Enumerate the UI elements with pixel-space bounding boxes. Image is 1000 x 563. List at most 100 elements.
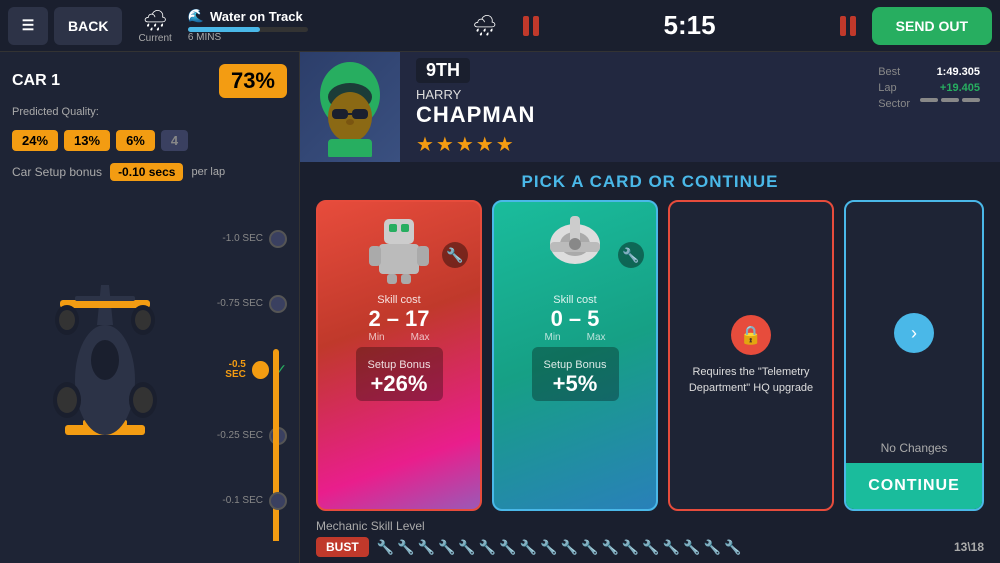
wrench-icon-4: 🔧 — [438, 539, 455, 556]
predicted-label: Predicted Quality: — [12, 106, 287, 118]
setup-bonus-label: Car Setup bonus — [12, 165, 102, 179]
continue-button[interactable]: CONTINUE — [846, 463, 982, 509]
pause-section-right — [830, 16, 866, 36]
card-1[interactable]: 🔧 Skill cost 2 – 17 Min Max Setup Bonus … — [316, 200, 482, 511]
card-1-setup-section: Setup Bonus +26% — [356, 347, 443, 401]
pause-bar-left — [523, 16, 529, 36]
stat-badge-3: 6% — [116, 130, 155, 151]
pause-bar-left2 — [840, 16, 846, 36]
back-label: BACK — [68, 18, 108, 34]
card-1-robot-icon — [359, 214, 439, 284]
slider-label-5: -0.1 SEC — [222, 496, 263, 506]
track-name: 🌊 Water on Track — [188, 8, 303, 24]
send-out-button[interactable]: SEND OUT — [872, 7, 992, 45]
back-button[interactable]: BACK — [54, 7, 122, 45]
stat-row-sector: Sector — [878, 98, 980, 110]
card-2-skill-value: 0 – 5 — [551, 306, 600, 332]
wrench-icon-9: 🔧 — [540, 539, 557, 556]
stat-badge-2: 13% — [64, 130, 110, 151]
sector-dash-2 — [941, 98, 959, 102]
setup-bonus-row: Car Setup bonus -0.10 secs per lap — [12, 163, 287, 181]
slider-dot-3-active[interactable] — [252, 361, 269, 379]
car-image — [25, 270, 185, 470]
wrench-icon-13: 🔧 — [622, 539, 639, 556]
hamburger-icon: ☰ — [22, 17, 35, 34]
card-1-min-max: Min Max — [368, 332, 429, 343]
wrench-icon-10: 🔧 — [561, 539, 578, 556]
quality-badge: 73% — [219, 64, 287, 98]
card-1-wrench-icon: 🔧 — [442, 242, 468, 268]
slider-label-3: -0.5 SEC — [207, 360, 246, 380]
card-2-setup-section: Setup Bonus +5% — [532, 347, 619, 401]
slider-label-4: -0.25 SEC — [217, 431, 263, 441]
main-layout: CAR 1 73% Predicted Quality: 24% 13% 6% … — [0, 52, 1000, 563]
next-weather-section: 🌧 — [462, 13, 507, 38]
wrench-icon-16: 🔧 — [683, 539, 700, 556]
menu-button[interactable]: ☰ — [8, 7, 48, 45]
stat-badge-4: 4 — [161, 130, 188, 151]
card-2-min-label: Min — [544, 332, 560, 343]
no-changes-label: No Changes — [873, 433, 956, 463]
mechanic-label: Mechanic Skill Level — [316, 519, 984, 533]
mechanic-section: Mechanic Skill Level BUST 🔧🔧🔧🔧🔧🔧🔧🔧🔧🔧🔧🔧🔧🔧… — [300, 511, 1000, 563]
pause-bar-right — [533, 16, 539, 36]
slider-dot-5[interactable] — [269, 492, 287, 510]
car-header: CAR 1 73% — [12, 64, 287, 98]
slider-dot-1[interactable] — [269, 230, 287, 248]
or-text: OR — [648, 172, 681, 191]
stat-row-best: Best 1:49.305 — [878, 66, 980, 78]
card-1-dash: – — [387, 306, 399, 332]
slider-dot-2[interactable] — [269, 295, 287, 313]
driver-portrait — [300, 52, 400, 162]
wrench-icon-2: 🔧 — [397, 539, 414, 556]
card-1-skill-value: 2 – 17 — [369, 306, 430, 332]
next-rain-icon: 🌧 — [472, 13, 497, 38]
best-label: Best — [878, 66, 900, 78]
card-2[interactable]: 🔧 Skill cost 0 – 5 Min Max Setup Bonus +… — [492, 200, 658, 511]
sector-dashes — [920, 98, 980, 110]
slider-yellow-fill — [273, 349, 279, 541]
slider-row-5: -0.1 SEC — [207, 492, 287, 510]
card-2-wrench-icon: 🔧 — [618, 242, 644, 268]
card-2-min: 0 — [551, 306, 563, 332]
stat-badge-1: 24% — [12, 130, 58, 151]
top-bar: ☰ BACK 🌧 Current 🌊 Water on Track 6 MINS… — [0, 0, 1000, 52]
track-progress-bar — [188, 27, 308, 32]
lock-icon: 🔒 — [731, 315, 771, 355]
car-image-container — [12, 189, 197, 551]
card-3-text: Requires the "Telemetry Department" HQ u… — [682, 365, 820, 396]
car-setup-area: -1.0 SEC -0.75 SEC -0.5 SEC ✓ -0.25 SEC — [12, 189, 287, 551]
slider-area[interactable]: -1.0 SEC -0.75 SEC -0.5 SEC ✓ -0.25 SEC — [207, 189, 287, 551]
slider-label-1: -1.0 SEC — [222, 234, 263, 244]
wrench-icon-11: 🔧 — [581, 539, 598, 556]
track-mins: 6 MINS — [188, 32, 221, 43]
continue-arrow-icon[interactable]: › — [894, 313, 934, 353]
bust-badge: BUST — [316, 537, 369, 557]
continue-word: CONTINUE — [682, 172, 779, 191]
wrench-icon-8: 🔧 — [520, 539, 537, 556]
card-1-max-label: Max — [411, 332, 430, 343]
lap-value: +19.405 — [940, 82, 980, 94]
card-3-locked[interactable]: 🔒 Requires the "Telemetry Department" HQ… — [668, 200, 834, 511]
card-2-dash: – — [569, 306, 581, 332]
card-1-min-label: Min — [368, 332, 384, 343]
race-timer: 5:15 — [555, 10, 823, 41]
wrench-icon-7: 🔧 — [499, 539, 516, 556]
driver-firstname: HARRY — [416, 87, 535, 102]
current-weather-section: 🌧 Current — [128, 8, 181, 44]
driver-stars: ★★★★★ — [416, 132, 535, 157]
card-1-max: 17 — [405, 306, 429, 332]
driver-face-svg — [310, 57, 390, 157]
wrench-icons: 🔧🔧🔧🔧🔧🔧🔧🔧🔧🔧🔧🔧🔧🔧🔧🔧🔧🔧 — [377, 539, 946, 556]
cards-row: 🔧 Skill cost 2 – 17 Min Max Setup Bonus … — [300, 200, 1000, 511]
mechanic-bar-row: BUST 🔧🔧🔧🔧🔧🔧🔧🔧🔧🔧🔧🔧🔧🔧🔧🔧🔧🔧 13\18 — [316, 537, 984, 557]
driver-stats: Best 1:49.305 Lap +19.405 Sector — [878, 66, 980, 110]
pause-section — [513, 16, 549, 36]
continue-card[interactable]: › No Changes CONTINUE — [844, 200, 984, 511]
pick-card-header: PICK A CARD OR CONTINUE — [300, 162, 1000, 200]
pick-static-text: PICK A — [522, 172, 590, 191]
skill-count: 13\18 — [954, 540, 984, 554]
track-section: 🌊 Water on Track 6 MINS — [188, 8, 456, 43]
wrench-icon-3: 🔧 — [418, 539, 435, 556]
stat-badges: 24% 13% 6% 4 — [12, 130, 287, 151]
